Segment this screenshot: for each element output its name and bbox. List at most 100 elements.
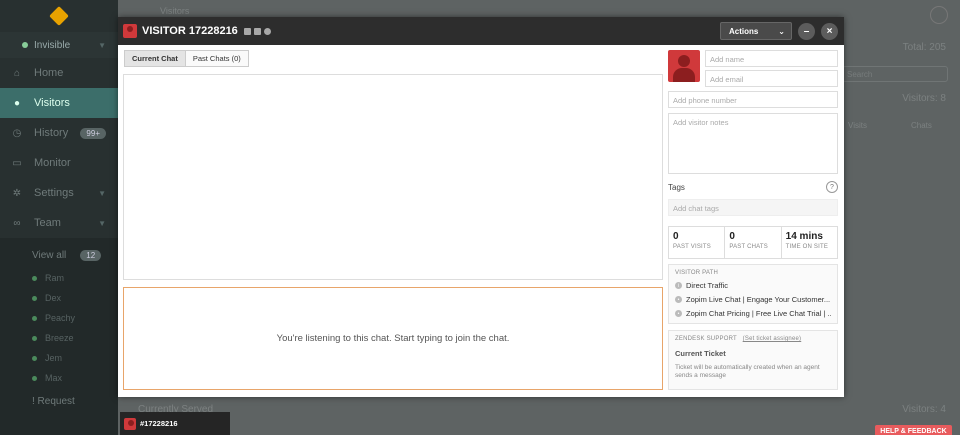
- online-dot-icon: [32, 315, 37, 321]
- nav-settings[interactable]: ✲ Settings ▼: [0, 178, 118, 208]
- help-feedback-button[interactable]: HELP & FEEDBACK: [875, 425, 952, 435]
- page-icon: •: [675, 296, 682, 303]
- monitor-icon: ▭: [12, 157, 22, 169]
- name-input[interactable]: Add name: [705, 50, 838, 67]
- status-selector[interactable]: Invisible ▼: [0, 32, 118, 58]
- online-dot-icon: [32, 375, 37, 381]
- team-member[interactable]: Ram: [0, 268, 118, 288]
- team-member-name: Dex: [45, 293, 62, 303]
- tags-label: Tags: [668, 182, 685, 192]
- name-fields: Add name Add email: [705, 50, 838, 87]
- sidebar: Invisible ▼ ⌂ Home ● Visitors ◷ History …: [0, 0, 118, 435]
- actions-dropdown[interactable]: Actions ⌄: [720, 22, 792, 40]
- nav-label: Home: [34, 67, 64, 79]
- visitor-stats: 0 PAST VISITS 0 PAST CHATS 14 mins TIME …: [668, 226, 838, 259]
- stat-caption: TIME ON SITE: [785, 244, 829, 250]
- set-ticket-assignee-link[interactable]: (Set ticket assignee): [743, 336, 802, 342]
- team-view-all[interactable]: View all 12: [0, 242, 118, 268]
- total-count: Total: 205: [902, 42, 946, 53]
- nav-label: Settings: [34, 187, 74, 199]
- help-icon[interactable]: ?: [826, 181, 838, 193]
- stat-past-visits: 0 PAST VISITS: [669, 227, 726, 258]
- path-item-label: Direct Traffic: [686, 281, 728, 290]
- minimize-button[interactable]: –: [798, 22, 815, 40]
- zendesk-header-label: ZENDESK SUPPORT: [675, 336, 737, 342]
- nav-history[interactable]: ◷ History 99+: [0, 118, 118, 148]
- nav-home[interactable]: ⌂ Home: [0, 58, 118, 88]
- team-member-name: Ram: [45, 273, 65, 283]
- chat-compose-area[interactable]: You're listening to this chat. Start typ…: [123, 287, 663, 390]
- gear-icon: ✲: [12, 187, 22, 199]
- team-member-name: Max: [45, 373, 63, 383]
- nav-label: Monitor: [34, 157, 71, 169]
- visitor-modal: VISITOR 17228216 Actions ⌄ – × Current C…: [118, 17, 844, 397]
- nav-monitor[interactable]: ▭ Monitor: [0, 148, 118, 178]
- path-item[interactable]: i Direct Traffic: [675, 281, 831, 290]
- chevron-down-icon: ▼: [98, 188, 106, 198]
- team-icon: ∞: [13, 217, 21, 229]
- ticket-description: Ticket will be automatically created whe…: [675, 364, 820, 379]
- user-avatar-icon[interactable]: [930, 6, 948, 24]
- served-count: Visitors: 4: [902, 404, 946, 415]
- email-input[interactable]: Add email: [705, 70, 838, 87]
- zendesk-header: ZENDESK SUPPORT (Set ticket assignee): [675, 336, 831, 342]
- visitors-count: Visitors: 8: [902, 93, 946, 104]
- visitor-path-header: VISITOR PATH: [675, 270, 719, 276]
- nav-visitors[interactable]: ● Visitors: [0, 88, 118, 118]
- stat-time-on-site: 14 mins TIME ON SITE: [782, 227, 837, 258]
- close-button[interactable]: ×: [821, 22, 838, 40]
- path-item[interactable]: • Zopim Chat Pricing | Free Live Chat Tri…: [675, 309, 831, 318]
- history-icon: ◷: [12, 127, 22, 139]
- app-logo[interactable]: [0, 0, 118, 32]
- chevron-down-icon: ▼: [98, 40, 106, 50]
- chevron-down-icon: ▼: [98, 218, 106, 228]
- tab-current-chat[interactable]: Current Chat: [124, 50, 186, 67]
- online-dot-icon: [32, 355, 37, 361]
- stat-caption: PAST VISITS: [673, 244, 711, 250]
- tags-row: Tags ?: [668, 180, 838, 194]
- chevron-down-icon: ⌄: [778, 26, 785, 36]
- team-count-badge: 12: [80, 249, 102, 261]
- team-member[interactable]: Dex: [0, 288, 118, 308]
- stat-caption: PAST CHATS: [729, 244, 769, 250]
- visitor-avatar-large-icon: [668, 50, 700, 82]
- flag-icon: [243, 27, 251, 35]
- online-dot-icon: [32, 295, 37, 301]
- home-icon: ⌂: [13, 67, 21, 79]
- listening-message: You're listening to this chat. Start typ…: [276, 333, 510, 344]
- visitors-icon: ●: [13, 97, 21, 109]
- team-member[interactable]: Jem: [0, 348, 118, 368]
- phone-input[interactable]: Add phone number: [668, 91, 838, 108]
- visitor-path: VISITOR PATH i Direct Traffic • Zopim Live…: [668, 264, 838, 324]
- stat-value: 0: [729, 231, 735, 242]
- tags-input[interactable]: Add chat tags: [668, 199, 838, 216]
- online-dot-icon: [32, 275, 37, 281]
- chat-transcript: [123, 74, 663, 280]
- team-member[interactable]: Breeze: [0, 328, 118, 348]
- team-member-name: Jem: [45, 353, 63, 363]
- zendesk-support: ZENDESK SUPPORT (Set ticket assignee) Cu…: [668, 330, 838, 390]
- requests-link[interactable]: ! Request: [0, 388, 118, 414]
- visitor-avatar-icon: [123, 24, 137, 38]
- nav-label: History: [34, 127, 69, 139]
- modal-header: VISITOR 17228216 Actions ⌄ – ×: [118, 17, 844, 45]
- team-view-label: View all: [32, 249, 67, 261]
- col-chats: Chats: [911, 121, 932, 130]
- search-input[interactable]: Search: [842, 66, 948, 82]
- nav-team[interactable]: ∞ Team ▼: [0, 208, 118, 238]
- path-item[interactable]: • Zopim Live Chat | Engage Your Customer.…: [675, 295, 831, 304]
- chat-tabs: Current Chat Past Chats (0): [124, 50, 249, 67]
- history-badge: 99+: [80, 127, 106, 139]
- browser-icon: [263, 27, 271, 35]
- requests-label: ! Request: [32, 395, 75, 407]
- path-item-label: Zopim Chat Pricing | Free Live Chat Tria…: [686, 309, 831, 318]
- current-ticket-label: Current Ticket: [675, 349, 726, 358]
- col-visits: Visits: [848, 121, 867, 130]
- nav-label: Team: [34, 217, 61, 229]
- tab-past-chats[interactable]: Past Chats (0): [185, 50, 249, 67]
- team-member[interactable]: Peachy: [0, 308, 118, 328]
- team-member-name: Peachy: [45, 313, 76, 323]
- minimized-chat-tab[interactable]: #17228216: [120, 412, 230, 435]
- notes-textarea[interactable]: Add visitor notes: [668, 113, 838, 174]
- team-member[interactable]: Max: [0, 368, 118, 388]
